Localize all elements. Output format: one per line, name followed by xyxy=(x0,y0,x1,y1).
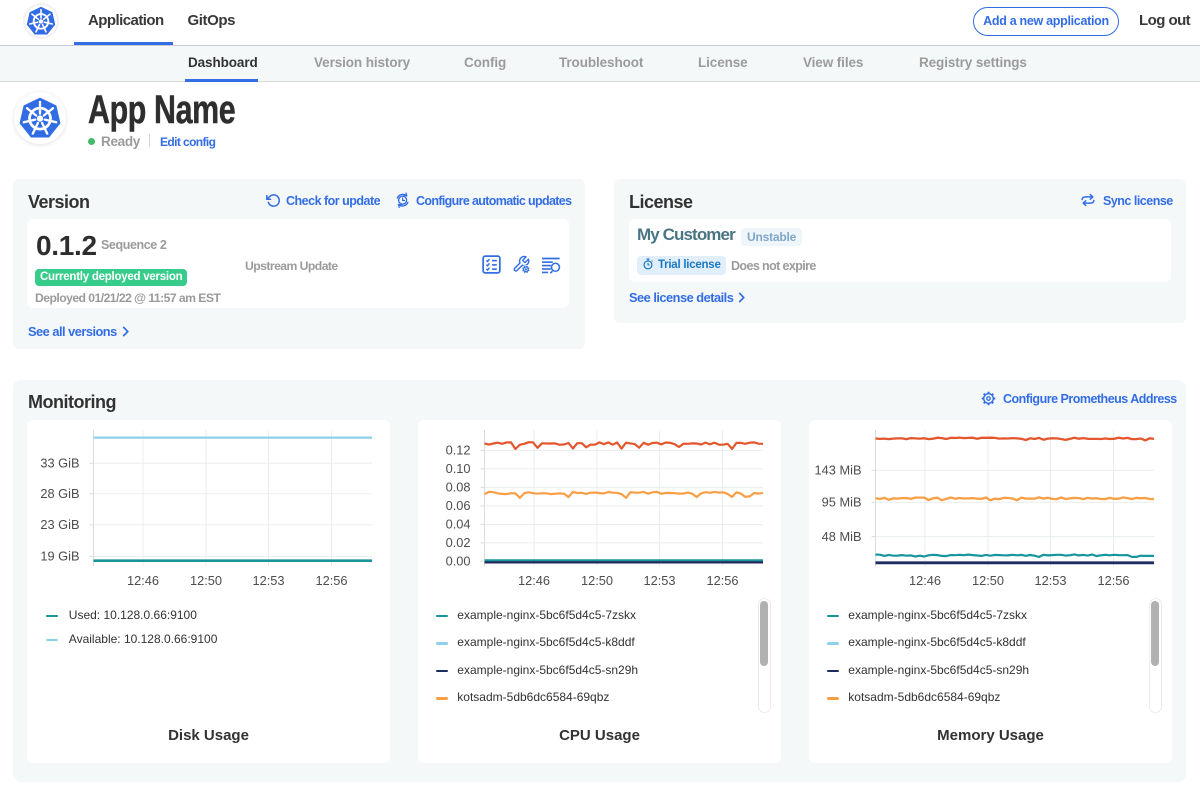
svg-text:12:56: 12:56 xyxy=(1097,573,1129,588)
svg-text:143 MiB: 143 MiB xyxy=(815,463,862,478)
svg-text:23 GiB: 23 GiB xyxy=(40,517,79,532)
svg-text:12:53: 12:53 xyxy=(643,573,675,588)
svg-text:12:56: 12:56 xyxy=(706,573,738,588)
svg-text:0.10: 0.10 xyxy=(446,461,471,476)
svg-text:48 MiB: 48 MiB xyxy=(822,529,862,544)
svg-text:12:53: 12:53 xyxy=(1034,573,1066,588)
svg-text:12:46: 12:46 xyxy=(127,573,159,588)
svg-text:0.04: 0.04 xyxy=(446,517,471,532)
svg-text:12:56: 12:56 xyxy=(315,573,347,588)
svg-text:0.12: 0.12 xyxy=(446,443,471,458)
svg-text:28 GiB: 28 GiB xyxy=(40,486,79,501)
svg-text:12:50: 12:50 xyxy=(581,573,613,588)
svg-text:12:50: 12:50 xyxy=(972,573,1004,588)
svg-text:95 MiB: 95 MiB xyxy=(822,495,862,510)
svg-text:33 GiB: 33 GiB xyxy=(40,456,79,471)
svg-text:12:46: 12:46 xyxy=(909,573,941,588)
svg-text:0.02: 0.02 xyxy=(446,535,471,550)
svg-text:12:50: 12:50 xyxy=(190,573,222,588)
svg-text:12:53: 12:53 xyxy=(252,573,284,588)
svg-text:0.00: 0.00 xyxy=(446,554,471,569)
svg-text:12:46: 12:46 xyxy=(518,573,550,588)
svg-text:0.06: 0.06 xyxy=(446,498,471,513)
svg-text:19 GiB: 19 GiB xyxy=(40,549,79,564)
svg-text:0.08: 0.08 xyxy=(446,480,471,495)
